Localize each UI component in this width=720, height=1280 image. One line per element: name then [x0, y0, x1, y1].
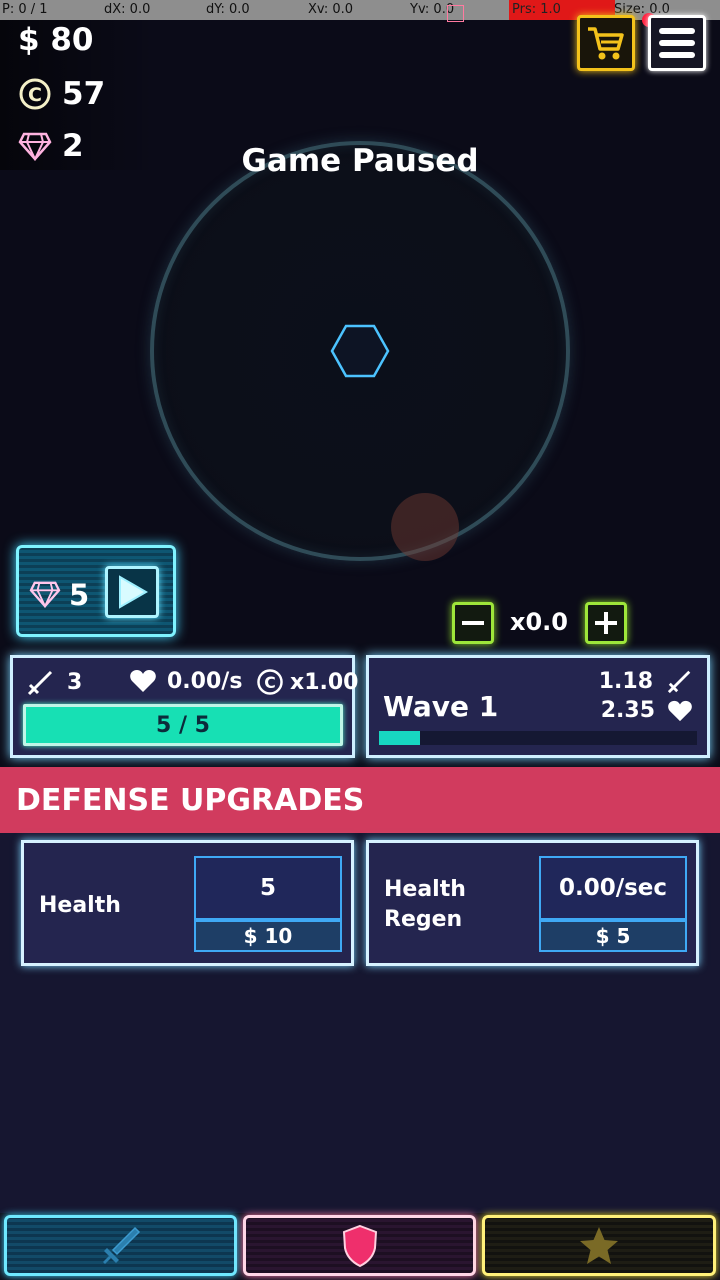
wave-panel: Wave 1 1.18 2.35 [366, 655, 710, 758]
upgrade-card-health-regen[interactable]: Health Regen 0.00/sec $ 5 [366, 840, 699, 966]
upgrade-label: Health [39, 893, 121, 918]
tab-utility[interactable] [482, 1215, 716, 1276]
coin-icon: C [257, 669, 283, 695]
player-stats-panel: 3 0.00/s C x1.00 5 / 5 [10, 655, 358, 758]
damage-value: 3 [67, 669, 83, 695]
enemy-damage-value: 1.18 [598, 668, 653, 694]
upgrade-value: 5 [194, 856, 342, 920]
debug-p: P: 0 / 1 [2, 2, 48, 17]
gem-icon [29, 580, 61, 612]
enemy-damage-stat: 1.18 [599, 668, 693, 694]
upgrade-value-text: 5 [259, 875, 276, 901]
cart-icon [588, 27, 624, 60]
upgrade-cost-text: $ 5 [595, 924, 631, 948]
plus-icon [595, 612, 617, 634]
play-icon [119, 575, 149, 609]
regen-stat: 0.00/s [129, 668, 242, 694]
play-button[interactable] [105, 566, 159, 618]
hamburger-icon [659, 28, 695, 58]
upgrade-value: 0.00/sec [539, 856, 687, 920]
coins-row: C 57 [18, 76, 105, 112]
speed-value: x0.0 [510, 608, 568, 636]
shield-icon [342, 1224, 377, 1267]
menu-button[interactable] [648, 15, 706, 71]
speed-increase-button[interactable] [585, 602, 627, 644]
minus-icon [462, 621, 484, 625]
sword-icon [102, 1226, 140, 1264]
coin-multiplier-stat: C x1.00 [256, 668, 358, 696]
speed-decrease-button[interactable] [452, 602, 494, 644]
svg-text:C: C [28, 84, 42, 106]
sword-icon [667, 670, 691, 694]
coin-icon: C [18, 77, 52, 111]
upgrade-cost-text: $ 10 [243, 924, 293, 948]
touch-marker [447, 5, 464, 22]
shop-button[interactable] [577, 15, 635, 71]
upgrade-label-line2: Regen [384, 907, 463, 932]
upgrade-value-text: 0.00/sec [558, 875, 668, 901]
upgrade-label: Health [384, 877, 466, 902]
wave-progress-fill [379, 731, 420, 745]
game-paused-label: Game Paused [241, 143, 479, 179]
tab-defense[interactable] [243, 1215, 476, 1276]
tab-attack[interactable] [4, 1215, 237, 1276]
touch-indicator [391, 493, 459, 561]
health-text: 5 / 5 [156, 712, 210, 738]
wave-label: Wave 1 [383, 690, 499, 723]
upgrade-cost-button[interactable]: $ 10 [194, 920, 342, 952]
upgrade-cost-button[interactable]: $ 5 [539, 920, 687, 952]
coins-value: 57 [62, 76, 106, 112]
gem-skip-cost: 5 [69, 578, 90, 612]
health-bar: 5 / 5 [23, 704, 343, 746]
debug-xv: Xv: 0.0 [308, 2, 354, 17]
coin-multiplier-value: x1.00 [290, 669, 359, 695]
star-icon [580, 1226, 618, 1264]
cash-value: $ 80 [18, 22, 94, 58]
gem-skip-panel[interactable]: 5 [16, 545, 176, 637]
enemy-health-stat: 2.35 [601, 698, 693, 723]
sword-icon [27, 670, 53, 696]
debug-dx: dX: 0.0 [104, 2, 151, 17]
damage-stat: 3 [27, 668, 82, 696]
upgrade-card-health[interactable]: Health 5 $ 10 [21, 840, 354, 966]
svg-text:C: C [264, 673, 275, 692]
heart-icon [668, 700, 692, 721]
debug-dy: dY: 0.0 [206, 2, 250, 17]
regen-value: 0.00/s [167, 668, 243, 694]
section-header: DEFENSE UPGRADES [0, 767, 720, 833]
tower-hexagon-icon [330, 324, 390, 378]
heart-icon [130, 670, 156, 692]
cash-row: $ 80 [18, 22, 94, 58]
wave-progress-bar [379, 731, 697, 745]
section-title: DEFENSE UPGRADES [16, 782, 365, 818]
enemy-health-value: 2.35 [600, 698, 655, 723]
